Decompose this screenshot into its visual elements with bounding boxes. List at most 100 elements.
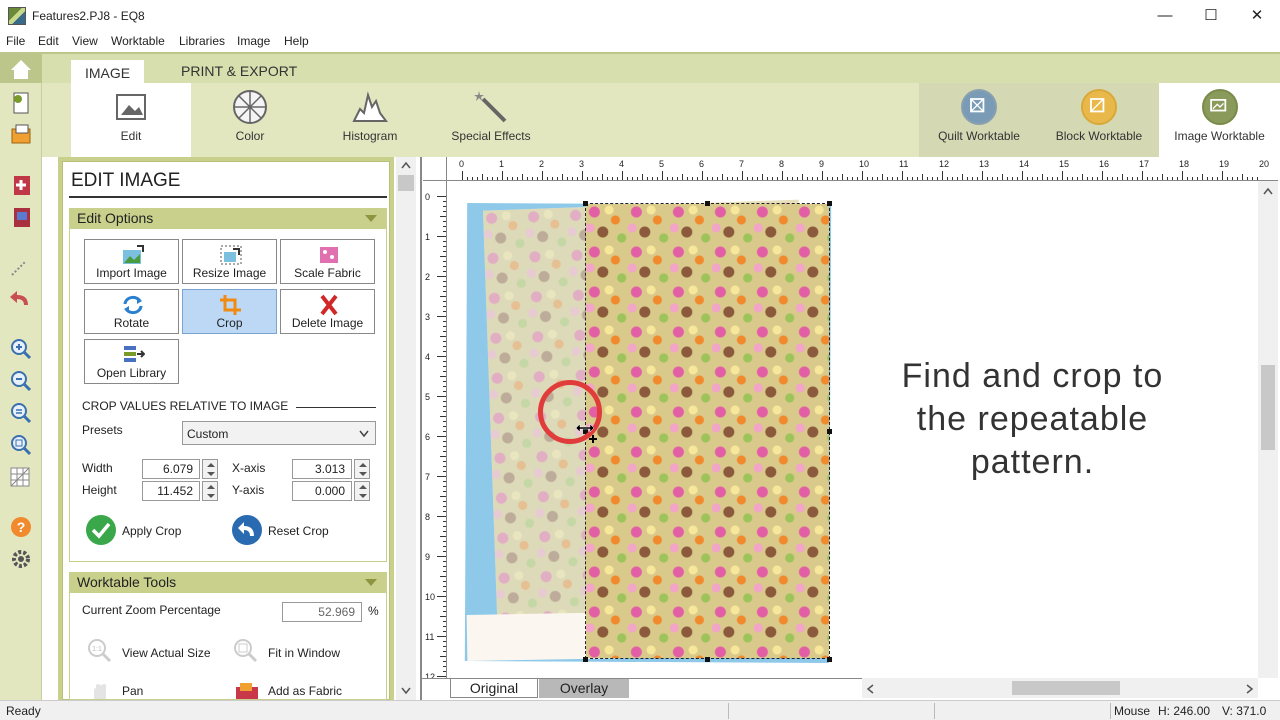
ruler-tick [557,177,558,180]
close-button[interactable]: ✕ [1234,0,1280,32]
tab-overlay[interactable]: Overlay [539,679,629,698]
canvas-vertical-thumb[interactable] [1261,365,1275,450]
reset-crop-button[interactable]: Reset Crop [230,515,350,547]
ruler-tick [727,177,728,180]
home-button[interactable] [0,54,42,83]
fit-in-window-button[interactable]: Fit in Window [230,637,370,663]
ruler-tick [1062,171,1063,180]
scroll-down-icon[interactable] [401,687,411,695]
yaxis-field[interactable]: 0.000 [292,481,352,501]
add-as-fabric-button[interactable]: Add as Fabric [230,679,370,699]
height-spinner[interactable] [202,481,218,501]
ribbon-special-effects-button[interactable]: Special Effects [431,83,551,157]
view-actual-size-button[interactable]: 1:1 View Actual Size [84,637,224,663]
canvas-horizontal-thumb[interactable] [1012,681,1120,695]
fit-to-worktable-icon[interactable] [8,433,34,457]
scale-fabric-button[interactable]: Scale Fabric [280,239,375,284]
open-library-button[interactable]: Open Library [84,339,179,384]
ruler-tick [532,177,533,180]
image-worktable-label: Image Worktable [1174,129,1265,143]
width-field[interactable]: 6.079 [142,459,200,479]
yaxis-spinner[interactable] [354,481,370,501]
ruler-tick [437,516,446,517]
add-to-sketchbook-icon[interactable] [8,173,34,197]
worktable-tools-header[interactable]: Worktable Tools [69,572,387,593]
menu-help[interactable]: Help [284,34,309,48]
xaxis-spinner[interactable] [354,459,370,479]
graph-paper-icon[interactable] [8,465,34,489]
pan-button[interactable]: Pan [84,679,224,699]
menu-edit[interactable]: Edit [38,34,59,48]
tab-print-export[interactable]: PRINT & EXPORT [167,58,311,85]
ruler-tick [792,177,793,180]
crop-values-heading: CROP VALUES RELATIVE TO IMAGE [82,399,289,413]
maximize-button[interactable]: ☐ [1188,0,1234,32]
panel-scroll-thumb[interactable] [398,175,414,191]
ruler-tick [777,177,778,180]
zoom-previous-icon[interactable] [8,401,34,425]
crop-button[interactable]: Crop [182,289,277,334]
menu-view[interactable]: View [72,34,98,48]
menu-image[interactable]: Image [237,34,270,48]
edit-options-body: Import Image Resize Image Scale Fabric R… [69,229,387,562]
crop-handle-tl[interactable] [583,201,588,206]
crop-handle-tr[interactable] [827,201,832,206]
settings-gear-icon[interactable] [8,547,34,571]
delete-image-button[interactable]: Delete Image [280,289,375,334]
zoom-out-icon[interactable] [8,369,34,393]
ruler-tick [443,211,446,212]
minimize-button[interactable]: — [1142,0,1188,32]
crop-handle-tc[interactable] [705,201,710,206]
block-worktable-button[interactable]: Block Worktable [1039,83,1159,157]
zoom-percentage-field[interactable]: 52.969 [282,602,362,622]
menu-bar: File Edit View Worktable Libraries Image… [0,32,1280,52]
ruler-top-label: 9 [819,159,825,169]
scroll-left-icon[interactable] [866,684,874,694]
menu-libraries[interactable]: Libraries [179,34,225,48]
tab-original[interactable]: Original [450,679,538,698]
height-field[interactable]: 11.452 [142,481,200,501]
crop-region[interactable] [585,203,830,659]
open-project-icon[interactable] [8,123,34,147]
ruler-tick [847,177,848,180]
menu-file[interactable]: File [6,34,25,48]
menu-worktable[interactable]: Worktable [111,34,165,48]
resize-image-button[interactable]: Resize Image [182,239,277,284]
quilt-worktable-button[interactable]: Quilt Worktable [919,83,1039,157]
apply-crop-button[interactable]: Apply Crop [84,515,204,547]
ruler-tick [443,586,446,587]
width-spinner[interactable] [202,459,218,479]
crop-handle-bc[interactable] [705,657,710,662]
sketchbook-icon[interactable] [8,205,34,229]
ruler-tick [492,177,493,180]
ruler-tick [807,177,808,180]
fabric-pattern-cropped [586,204,829,658]
zoom-in-icon[interactable] [8,337,34,361]
scroll-up-icon[interactable] [1263,187,1273,195]
xaxis-field[interactable]: 3.013 [292,459,352,479]
panel-scrollbar[interactable] [396,157,416,700]
tab-image[interactable]: IMAGE [71,58,145,85]
ribbon-edit-button[interactable]: Edit [71,83,191,157]
eyedropper-icon[interactable] [8,255,34,279]
scale-fabric-label: Scale Fabric [294,266,361,280]
presets-select[interactable]: Custom [182,421,376,445]
ribbon-histogram-button[interactable]: Histogram [309,83,431,157]
help-icon[interactable]: ? [8,515,34,539]
ribbon-color-button[interactable]: Color [191,83,309,157]
ruler-tick [1222,171,1223,180]
crop-handle-mr[interactable] [827,429,832,434]
ruler-tick [737,177,738,180]
image-worktable-button[interactable]: Image Worktable [1159,83,1280,157]
crop-handle-bl[interactable] [583,657,588,662]
ruler-tick [443,651,446,652]
undo-icon[interactable] [8,287,34,311]
edit-options-header[interactable]: Edit Options [69,208,387,229]
scroll-right-icon[interactable] [1246,684,1254,694]
ruler-tick [567,177,568,180]
import-image-button[interactable]: Import Image [84,239,179,284]
new-project-icon[interactable] [8,91,34,115]
scroll-up-icon[interactable] [401,161,411,169]
crop-handle-br[interactable] [827,657,832,662]
rotate-button[interactable]: Rotate [84,289,179,334]
